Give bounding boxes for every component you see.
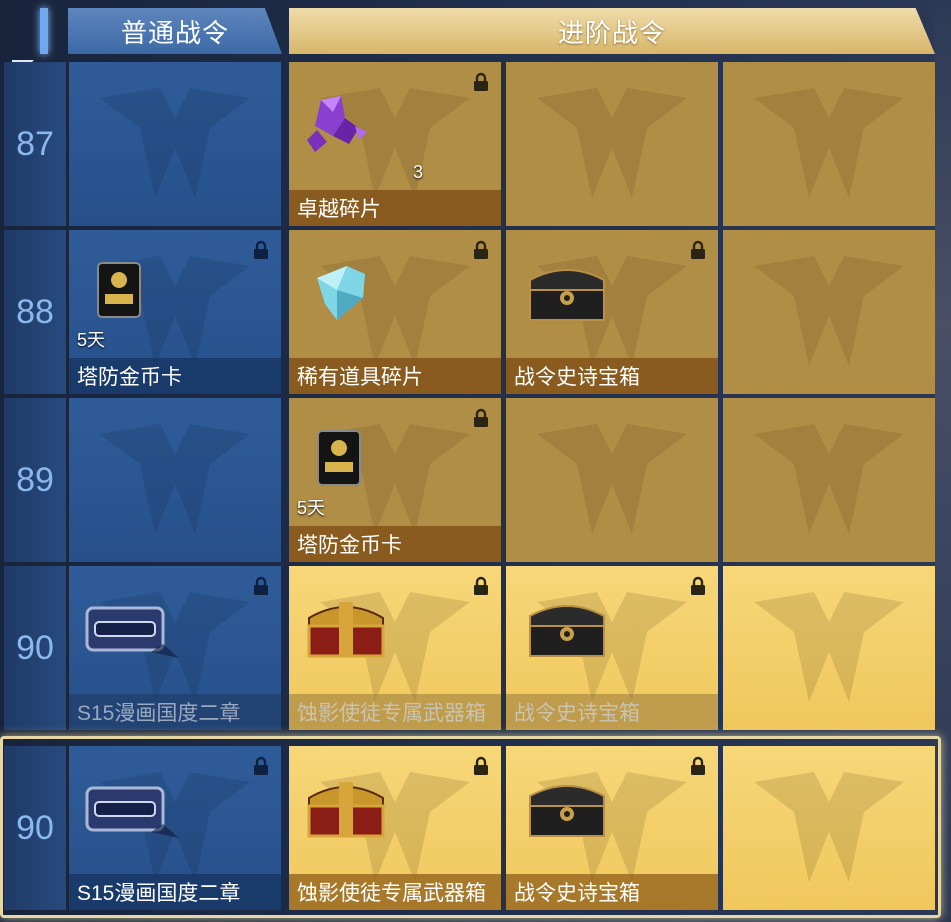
pinned-reward-row: 90 S15漫画国度二章 蚀影使徒专属武器箱 战令史诗宝箱 [4, 746, 935, 910]
advanced-reward-slot[interactable] [723, 566, 935, 730]
advanced-reward-slot[interactable]: 稀有道具碎片 [289, 230, 501, 394]
advanced-reward-slot[interactable]: 战令史诗宝箱 [506, 230, 718, 394]
normal-reward-slot[interactable]: S15漫画国度二章 [69, 566, 281, 730]
advanced-reward-slot[interactable] [506, 398, 718, 562]
lock-icon [474, 408, 488, 427]
comic-chest-icon [85, 606, 179, 658]
lock-icon [691, 576, 705, 595]
purple-crystal-shard-icon [307, 96, 367, 152]
advanced-reward-slot[interactable]: 战令史诗宝箱 [506, 566, 718, 730]
lock-icon [254, 240, 268, 259]
item-name: S15漫画国度二章 [69, 694, 281, 730]
lock-icon [691, 756, 705, 775]
tab-advanced-pass[interactable]: 进阶战令 [289, 8, 935, 54]
level-number: 88 [4, 230, 66, 394]
item-name: 战令史诗宝箱 [506, 874, 718, 910]
advanced-reward-slot[interactable] [723, 230, 935, 394]
advanced-reward-slot[interactable] [723, 398, 935, 562]
watermark-emblem-icon [754, 256, 904, 366]
advanced-reward-slot[interactable] [723, 62, 935, 226]
reward-row: 87 3 卓越碎片 [4, 62, 935, 226]
battle-pass-rewards-panel: 普通战令 进阶战令 87 3 卓越碎片 88 5天 塔防金币卡 稀有道具碎片 战… [0, 0, 951, 922]
advanced-reward-slot[interactable]: 5天 塔防金币卡 [289, 398, 501, 562]
gold-coin-card-icon [97, 262, 141, 318]
lock-icon [254, 756, 268, 775]
normal-reward-slot[interactable]: 5天 塔防金币卡 [69, 230, 281, 394]
item-quantity: 3 [413, 162, 424, 182]
watermark-emblem-icon [537, 424, 687, 534]
item-name: 战令史诗宝箱 [506, 358, 718, 394]
item-name: 蚀影使徒专属武器箱 [289, 694, 501, 730]
reward-row: 90 S15漫画国度二章 蚀影使徒专属武器箱 战令史诗宝箱 [4, 566, 935, 730]
level-number: 89 [4, 398, 66, 562]
epic-chest-icon [529, 785, 605, 837]
lock-icon [474, 240, 488, 259]
reward-row: 88 5天 塔防金币卡 稀有道具碎片 战令史诗宝箱 [4, 230, 935, 394]
watermark-emblem-icon [754, 772, 904, 882]
epic-chest-icon [529, 269, 605, 321]
exclusive-weapon-chest-icon [307, 602, 385, 658]
watermark-emblem-icon [100, 424, 250, 534]
item-name: 战令史诗宝箱 [506, 694, 718, 730]
lock-icon [474, 72, 488, 91]
item-name: 卓越碎片 [289, 190, 501, 226]
normal-reward-slot[interactable]: S15漫画国度二章 [69, 746, 281, 910]
advanced-reward-slot[interactable]: 蚀影使徒专属武器箱 [289, 746, 501, 910]
rare-item-shard-icon [317, 266, 365, 320]
scene-background-edge [935, 0, 951, 922]
level-number: 90 [4, 746, 66, 910]
reward-row: 89 5天 塔防金币卡 [4, 398, 935, 562]
watermark-emblem-icon [100, 88, 250, 198]
item-name: S15漫画国度二章 [69, 874, 281, 910]
level-number: 87 [4, 62, 66, 226]
advanced-reward-slot[interactable] [506, 62, 718, 226]
item-quantity: 5天 [297, 498, 326, 518]
gold-coin-card-icon [317, 430, 361, 486]
lock-icon [254, 576, 268, 595]
tab-normal-pass[interactable]: 普通战令 [68, 8, 282, 54]
watermark-emblem-icon [754, 424, 904, 534]
level-number: 90 [4, 566, 66, 730]
watermark-emblem-icon [754, 88, 904, 198]
item-name: 蚀影使徒专属武器箱 [289, 874, 501, 910]
lock-icon [474, 576, 488, 595]
item-name: 塔防金币卡 [69, 358, 281, 394]
epic-chest-icon [529, 605, 605, 657]
normal-reward-slot[interactable] [69, 62, 281, 226]
watermark-emblem-icon [537, 88, 687, 198]
item-name: 塔防金币卡 [289, 526, 501, 562]
advanced-reward-slot[interactable]: 蚀影使徒专属武器箱 [289, 566, 501, 730]
header-accent-bar [40, 8, 48, 54]
lock-icon [691, 240, 705, 259]
comic-chest-icon [85, 786, 179, 838]
advanced-reward-slot[interactable]: 3 卓越碎片 [289, 62, 501, 226]
watermark-emblem-icon [754, 592, 904, 702]
normal-reward-slot[interactable] [69, 398, 281, 562]
lock-icon [474, 756, 488, 775]
exclusive-weapon-chest-icon [307, 782, 385, 838]
item-name: 稀有道具碎片 [289, 358, 501, 394]
advanced-reward-slot[interactable]: 战令史诗宝箱 [506, 746, 718, 910]
item-quantity: 5天 [77, 330, 106, 350]
advanced-reward-slot[interactable] [723, 746, 935, 910]
